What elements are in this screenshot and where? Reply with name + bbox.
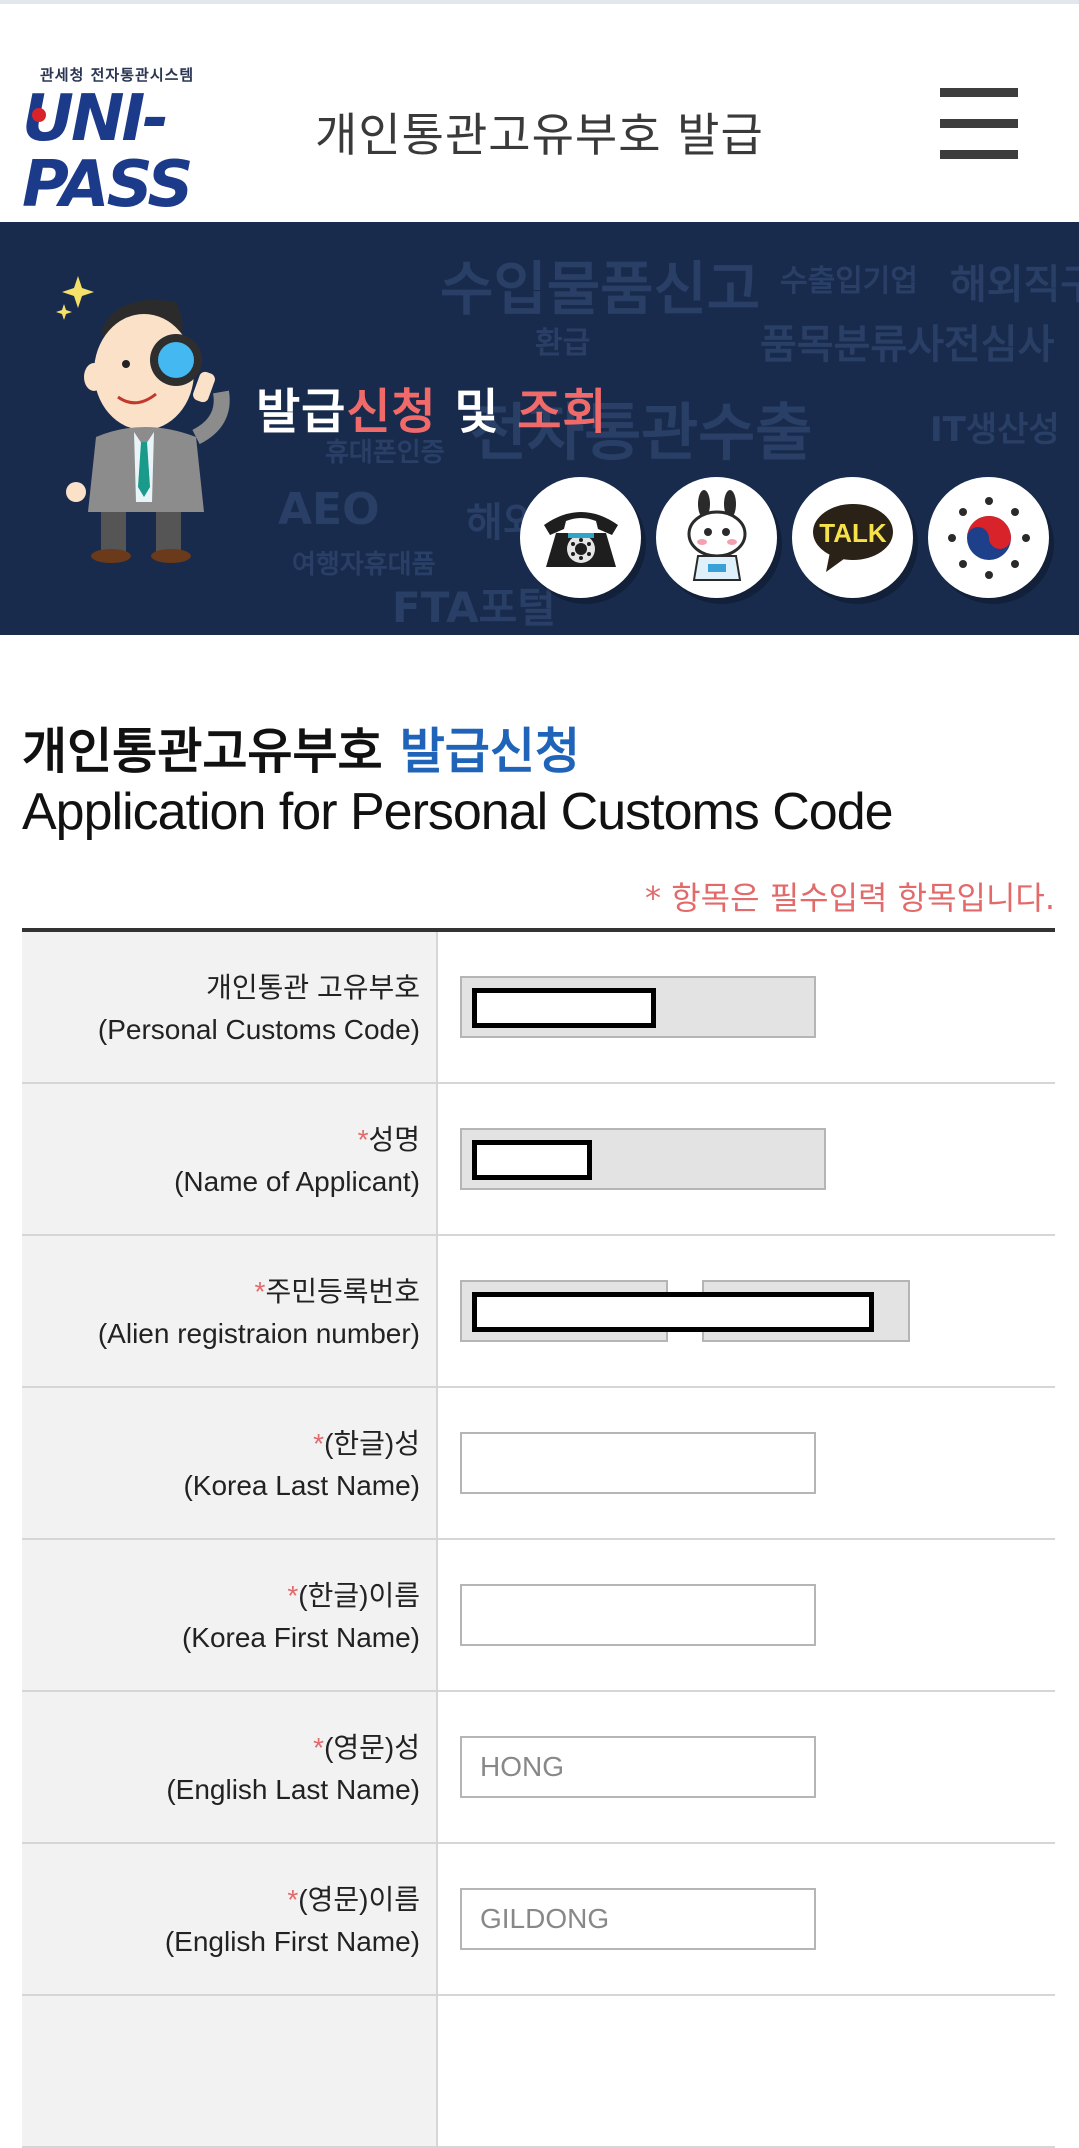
- kakao-talk-icon: TALK: [812, 503, 893, 572]
- form-row-alien-registration-number: *주민등록번호 (Alien registraion number): [22, 1236, 1055, 1388]
- korean-first-name-input[interactable]: [460, 1584, 816, 1646]
- field-label: *(한글)성 (Korea Last Name): [183, 1428, 420, 1501]
- redaction-box: [472, 1292, 874, 1332]
- korea-gov-emblem-icon: [947, 496, 1030, 579]
- english-first-name-input[interactable]: GILDONG: [460, 1888, 816, 1950]
- form-row-english-first-name: *(영문)이름 (English First Name) GILDONG: [22, 1844, 1055, 1996]
- banner-bg-word: 해외직구: [950, 262, 1079, 308]
- field-label: *(영문)성 (English Last Name): [166, 1732, 420, 1805]
- hamburger-menu-icon[interactable]: [940, 88, 1018, 160]
- application-form: 개인통관 고유부호 (Personal Customs Code) *성명 (N…: [22, 928, 1055, 2148]
- required-fields-note: * 항목은 필수입력 항목입니다.: [645, 879, 1055, 917]
- talk-label: TALK: [819, 518, 887, 548]
- banner-bg-word: 환급: [535, 326, 591, 361]
- logo-red-dot: [32, 108, 46, 122]
- form-row-korean-first-name: *(한글)이름 (Korea First Name): [22, 1540, 1055, 1692]
- banner-title: 발급신청 및 조회: [256, 384, 608, 440]
- section-title: 개인통관고유부호 발급신청: [22, 723, 581, 780]
- english-last-name-input[interactable]: HONG: [460, 1736, 816, 1798]
- field-label: *성명 (Name of Applicant): [174, 1124, 420, 1197]
- telephone-button[interactable]: [520, 477, 641, 598]
- kakao-talk-button[interactable]: TALK: [792, 477, 913, 598]
- rabbit-mascot-icon: [687, 489, 746, 581]
- banner-bg-word: IT생산성: [930, 410, 1060, 450]
- korean-last-name-input[interactable]: [460, 1432, 816, 1494]
- page-title: 개인통관고유부호 발급: [315, 108, 764, 162]
- field-label: *(한글)이름 (Korea First Name): [181, 1580, 420, 1653]
- form-row-english-last-name: *(영문)성 (English Last Name) HONG: [22, 1692, 1055, 1844]
- site-header: 관세청 전자통관시스템 UNI-PASS 개인통관고유부호 발급: [0, 4, 1079, 222]
- hero-banner: 수입물품신고 수출입기업 해외직구 환급 품목분류사전심사 전자통관수출 IT생…: [0, 222, 1079, 635]
- redaction-box: [472, 988, 656, 1028]
- field-label: *주민등록번호 (Alien registraion number): [97, 1276, 420, 1349]
- magnifier-character-illustration: [56, 276, 230, 563]
- form-row-personal-customs-code: 개인통관 고유부호 (Personal Customs Code): [22, 932, 1055, 1084]
- form-row-applicant-name: *성명 (Name of Applicant): [22, 1084, 1055, 1236]
- section-subtitle: Application for Personal Customs Code: [22, 783, 894, 841]
- unipass-logo[interactable]: 관세청 전자통관시스템 UNI-PASS: [22, 64, 302, 218]
- banner-bg-word: 품목분류사전심사: [760, 322, 1055, 368]
- telephone-icon: [543, 511, 618, 567]
- banner-bg-word: 수입물품신고: [440, 255, 761, 323]
- field-label: 개인통관 고유부호 (Personal Customs Code): [97, 972, 420, 1045]
- banner-bg-word: FTA포털: [392, 583, 556, 632]
- redaction-box: [472, 1140, 592, 1180]
- mascot-button[interactable]: [656, 477, 777, 598]
- form-row-korean-last-name: *(한글)성 (Korea Last Name): [22, 1388, 1055, 1540]
- banner-bg-word: 수출입기업: [780, 264, 918, 299]
- form-row-next: [22, 1996, 1055, 2148]
- gov-emblem-button[interactable]: [928, 477, 1049, 598]
- banner-bg-word: AEO: [278, 484, 380, 535]
- logo-text: UNI-PASS: [22, 82, 193, 222]
- field-label: *(영문)이름 (English First Name): [164, 1884, 420, 1957]
